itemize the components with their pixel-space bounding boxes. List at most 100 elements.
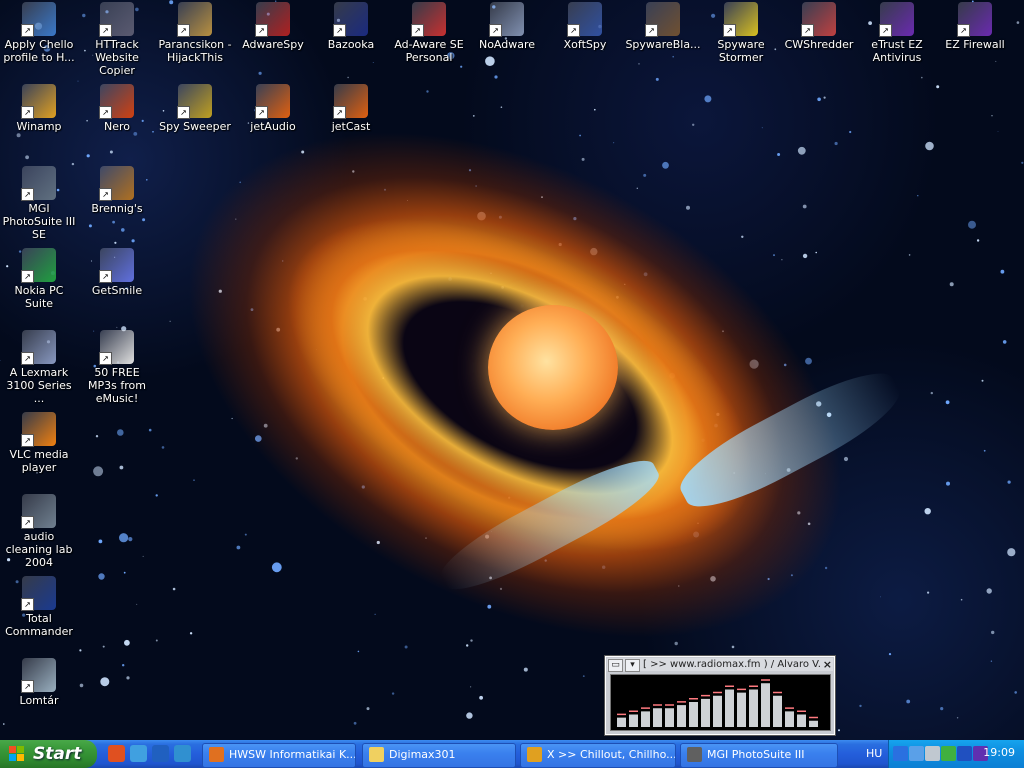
task-button[interactable]: MGI PhotoSuite III: [680, 743, 838, 768]
desktop-icon-label: jetAudio: [250, 120, 296, 133]
windows-flag-icon: [9, 746, 25, 762]
shortcut-arrow-icon: ↗: [489, 24, 502, 37]
desktop-icon-nokia-pc-suite[interactable]: ↗ Nokia PC Suite: [0, 246, 78, 324]
desktop-icon-adwarespy[interactable]: ↗ AdwareSpy: [234, 0, 312, 78]
desktop-icon-jetcast[interactable]: ↗ jetCast: [312, 82, 390, 160]
desktop-icon-nero[interactable]: ↗ Nero: [78, 82, 156, 160]
noadware-icon: ↗: [489, 2, 524, 37]
media-player-icon[interactable]: [108, 745, 125, 762]
network-icon[interactable]: [130, 745, 147, 762]
desktop-icon-brennigs[interactable]: ↗ Brennig's: [78, 164, 156, 242]
desktop[interactable]: ↗ Apply Chello profile to H... ↗ HTTrack We…: [0, 0, 1024, 740]
firefox-icon: [209, 747, 224, 762]
task-button[interactable]: Digimax301: [362, 743, 516, 768]
spectrum-bar: [641, 711, 650, 727]
desktop-icon-getsmile[interactable]: ↗ GetSmile: [78, 246, 156, 324]
spectrum-bar: [689, 702, 698, 727]
minimize-button[interactable]: ▭: [608, 659, 623, 672]
spectrum-visualizer: [610, 674, 831, 731]
desktop-icon-cwshredder[interactable]: ↗ CWShredder: [780, 0, 858, 78]
desktop-icon-label: XoftSpy: [563, 38, 607, 51]
bazooka-icon: ↗: [333, 2, 368, 37]
shortcut-arrow-icon: ↗: [879, 24, 892, 37]
spectrum-peak: [665, 704, 674, 706]
winamp-mini-window[interactable]: ▭ ▾ [ >> www.radiomax.fm ) / Alvaro V... …: [604, 655, 836, 736]
shortcut-arrow-icon: ↗: [21, 106, 34, 119]
desktop-icon-noadware[interactable]: ↗ NoAdware: [468, 0, 546, 78]
desktop-icon-spy-sweeper[interactable]: ↗ Spy Sweeper: [156, 82, 234, 160]
shortcut-arrow-icon: ↗: [21, 680, 34, 693]
desktop-icon-label: Nokia PC Suite: [14, 284, 64, 310]
desktop-icon[interactable]: [174, 745, 191, 762]
chello-profile-icon: ↗: [21, 2, 56, 37]
spectrum-peak: [617, 713, 626, 716]
desktop-icon-jetaudio[interactable]: ↗ jetAudio: [234, 82, 312, 160]
spy-sweeper-icon: ↗: [177, 84, 212, 119]
network-tray-icon[interactable]: [909, 746, 924, 761]
task-label: X >> Chillout, Chillho...: [547, 748, 676, 761]
shade-button[interactable]: ▾: [625, 659, 640, 672]
desktop-icon-vlc-cone[interactable]: ↗ VLC media player: [0, 410, 78, 488]
shortcut-arrow-icon: ↗: [21, 434, 34, 447]
shortcut-arrow-icon: ↗: [255, 106, 268, 119]
desktop-icon-lexmark[interactable]: ↗ A Lexmark 3100 Series ...: [0, 328, 78, 406]
desktop-icon-floppy-disk[interactable]: ↗ Total Commander: [0, 574, 78, 652]
spectrum-bar: [737, 692, 746, 727]
spectrum-peak: [737, 688, 746, 691]
desktop-icon-recycle-bin[interactable]: ↗ Lomtár: [0, 656, 78, 734]
spectrum-bar: [809, 720, 818, 727]
task-button[interactable]: HWSW Informatikai K...: [202, 743, 356, 768]
antivirus-icon[interactable]: [957, 746, 972, 761]
ez-firewall-icon: ↗: [957, 2, 992, 37]
desktop-icon-label: MGI PhotoSuite III SE: [2, 202, 76, 241]
system-tray: 19:09: [888, 740, 1024, 768]
spectrum-peak: [749, 685, 758, 687]
internet-explorer-icon[interactable]: [152, 745, 169, 762]
task-button[interactable]: X >> Chillout, Chillho...: [520, 743, 676, 768]
spywareblaster-icon: ↗: [645, 2, 680, 37]
desktop-icon-hijackthis[interactable]: ↗ Parancsikon - HijackThis: [156, 0, 234, 78]
desktop-icon-emusic[interactable]: ↗ 50 FREE MP3s from eMusic!: [78, 328, 156, 406]
spectrum-peak: [689, 698, 698, 700]
start-button[interactable]: Start: [0, 740, 97, 768]
desktop-icon-chello-profile[interactable]: ↗ Apply Chello profile to H...: [0, 0, 78, 78]
desktop-icon-label: Brennig's: [91, 202, 143, 215]
spectrum-bar: [749, 689, 758, 727]
spectrum-bar: [677, 705, 686, 727]
spectrum-peak: [701, 694, 710, 697]
chevron-left-icon[interactable]: [893, 746, 908, 761]
spectrum-peak: [653, 704, 662, 706]
desktop-icon-label: VLC media player: [9, 448, 69, 474]
desktop-icon-ez-firewall[interactable]: ↗ EZ Firewall: [936, 0, 1014, 78]
volume-icon[interactable]: [925, 746, 940, 761]
desktop-icon-label: SpywareBla...: [625, 38, 701, 51]
spectrum-peak: [785, 707, 794, 709]
desktop-icon-etrust-ez-antivirus[interactable]: ↗ eTrust EZ Antivirus: [858, 0, 936, 78]
spectrum-bar: [629, 714, 638, 727]
spectrum-bar: [617, 717, 626, 727]
shortcut-arrow-icon: ↗: [99, 24, 112, 37]
spectrum-bar: [773, 695, 782, 727]
desktop-icon-spywareblaster[interactable]: ↗ SpywareBla...: [624, 0, 702, 78]
desktop-icon-xoftspy[interactable]: ↗ XoftSpy: [546, 0, 624, 78]
spectrum-bar: [785, 711, 794, 727]
close-button[interactable]: ×: [823, 658, 832, 671]
desktop-icon-photosuite[interactable]: ↗ MGI PhotoSuite III SE: [0, 164, 78, 242]
desktop-icon-adaware[interactable]: ↗ Ad-Aware SE Personal: [390, 0, 468, 78]
shortcut-arrow-icon: ↗: [99, 106, 112, 119]
winamp-titlebar[interactable]: ▭ ▾ [ >> www.radiomax.fm ) / Alvaro V... …: [607, 658, 833, 672]
jetaudio-icon: ↗: [255, 84, 290, 119]
shortcut-arrow-icon: ↗: [177, 106, 190, 119]
clock[interactable]: 19:09: [983, 746, 1015, 759]
desktop-icon-bazooka[interactable]: ↗ Bazooka: [312, 0, 390, 78]
vlc-cone-icon: ↗: [21, 412, 56, 447]
shortcut-arrow-icon: ↗: [99, 352, 112, 365]
meter-icon[interactable]: [941, 746, 956, 761]
desktop-icon-label: CWShredder: [784, 38, 854, 51]
desktop-icon-httrack[interactable]: ↗ HTTrack Website Copier: [78, 0, 156, 78]
desktop-icon-winamp[interactable]: ↗ Winamp: [0, 82, 78, 160]
language-indicator[interactable]: HU: [866, 747, 882, 760]
start-label: Start: [33, 744, 82, 764]
desktop-icon-spyware-stormer[interactable]: ↗ Spyware Stormer: [702, 0, 780, 78]
desktop-icon-audio-cleaning-lab[interactable]: ↗ audio cleaning lab 2004: [0, 492, 78, 570]
